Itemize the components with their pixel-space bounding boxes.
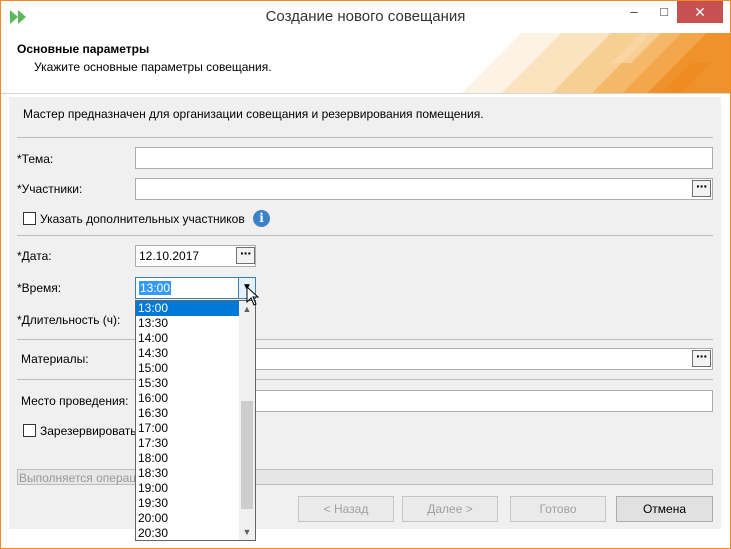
- date-picker-button[interactable]: ···: [236, 246, 255, 264]
- topic-input[interactable]: [135, 147, 713, 169]
- header-title: Основные параметры: [17, 42, 150, 56]
- materials-label: Материалы:: [21, 352, 89, 366]
- time-option[interactable]: 13:30: [136, 316, 240, 331]
- time-dropdown-list[interactable]: 13:00 13:30 14:00 14:30 15:00 15:30 16:00 16:30…: [135, 300, 256, 541]
- location-label: Место проведения:: [21, 394, 129, 408]
- time-option[interactable]: 14:30: [136, 346, 240, 361]
- info-icon[interactable]: i: [253, 210, 270, 227]
- finish-button[interactable]: Готово: [510, 496, 606, 522]
- reserve-checkbox[interactable]: [23, 424, 36, 437]
- date-label: *Дата:: [17, 249, 52, 263]
- participants-label: *Участники:: [17, 182, 83, 196]
- wizard-window: Создание нового совещания – □ ✕ Основные…: [0, 0, 731, 549]
- maximize-button[interactable]: □: [649, 1, 679, 23]
- time-option[interactable]: 15:30: [136, 376, 240, 391]
- title-bar[interactable]: Создание нового совещания – □ ✕: [1, 1, 730, 33]
- header-subtitle: Укажите основные параметры совещания.: [34, 60, 272, 74]
- reserve-label: Зарезервировать: [40, 424, 137, 438]
- separator: [17, 235, 713, 236]
- separator: [17, 339, 713, 340]
- topic-label: *Тема:: [17, 152, 54, 166]
- extra-participants-label: Указать дополнительных участников: [40, 212, 245, 226]
- time-option[interactable]: 13:00: [136, 301, 240, 316]
- time-option[interactable]: 15:00: [136, 361, 240, 376]
- scroll-thumb[interactable]: [241, 401, 253, 509]
- time-option[interactable]: 17:30: [136, 436, 240, 451]
- participants-browse-button[interactable]: ···: [692, 179, 711, 197]
- minimize-button[interactable]: –: [619, 1, 649, 23]
- participants-input[interactable]: [135, 178, 713, 200]
- date-value: 12.10.2017: [139, 249, 200, 263]
- time-combobox[interactable]: 13:00 ▼: [135, 277, 256, 299]
- back-button[interactable]: < Назад: [298, 496, 394, 522]
- cancel-button[interactable]: Отмена: [616, 496, 713, 522]
- duration-label: *Длительность (ч):: [17, 313, 121, 327]
- next-button[interactable]: Далее >: [402, 496, 498, 522]
- time-option[interactable]: 16:30: [136, 406, 240, 421]
- time-value: 13:00: [139, 281, 172, 295]
- time-option[interactable]: 18:30: [136, 466, 240, 481]
- time-option[interactable]: 19:00: [136, 481, 240, 496]
- header-decoration: [461, 33, 730, 93]
- wizard-header: Основные параметры Укажите основные пара…: [1, 33, 730, 94]
- time-option[interactable]: 18:00: [136, 451, 240, 466]
- time-option[interactable]: 20:00: [136, 511, 240, 526]
- description-text: Мастер предназначен для организации сове…: [23, 107, 484, 121]
- time-option[interactable]: 20:30: [136, 526, 240, 540]
- dropdown-scrollbar[interactable]: ▲ ▼: [239, 301, 255, 540]
- close-button[interactable]: ✕: [677, 1, 723, 23]
- wizard-content: Мастер предназначен для организации сове…: [9, 97, 721, 529]
- time-option[interactable]: 14:00: [136, 331, 240, 346]
- scroll-down-icon[interactable]: ▼: [239, 524, 255, 540]
- separator: [17, 379, 713, 380]
- time-option[interactable]: 17:00: [136, 421, 240, 436]
- progress-text: Выполняется операц: [19, 471, 137, 485]
- time-option[interactable]: 16:00: [136, 391, 240, 406]
- time-label: *Время:: [17, 281, 62, 295]
- extra-participants-checkbox[interactable]: [23, 212, 36, 225]
- mouse-cursor-icon: [246, 286, 260, 306]
- time-options: 13:00 13:30 14:00 14:30 15:00 15:30 16:00 16:30…: [136, 301, 255, 540]
- materials-browse-button[interactable]: ···: [692, 349, 711, 367]
- separator: [17, 137, 713, 138]
- time-option[interactable]: 19:30: [136, 496, 240, 511]
